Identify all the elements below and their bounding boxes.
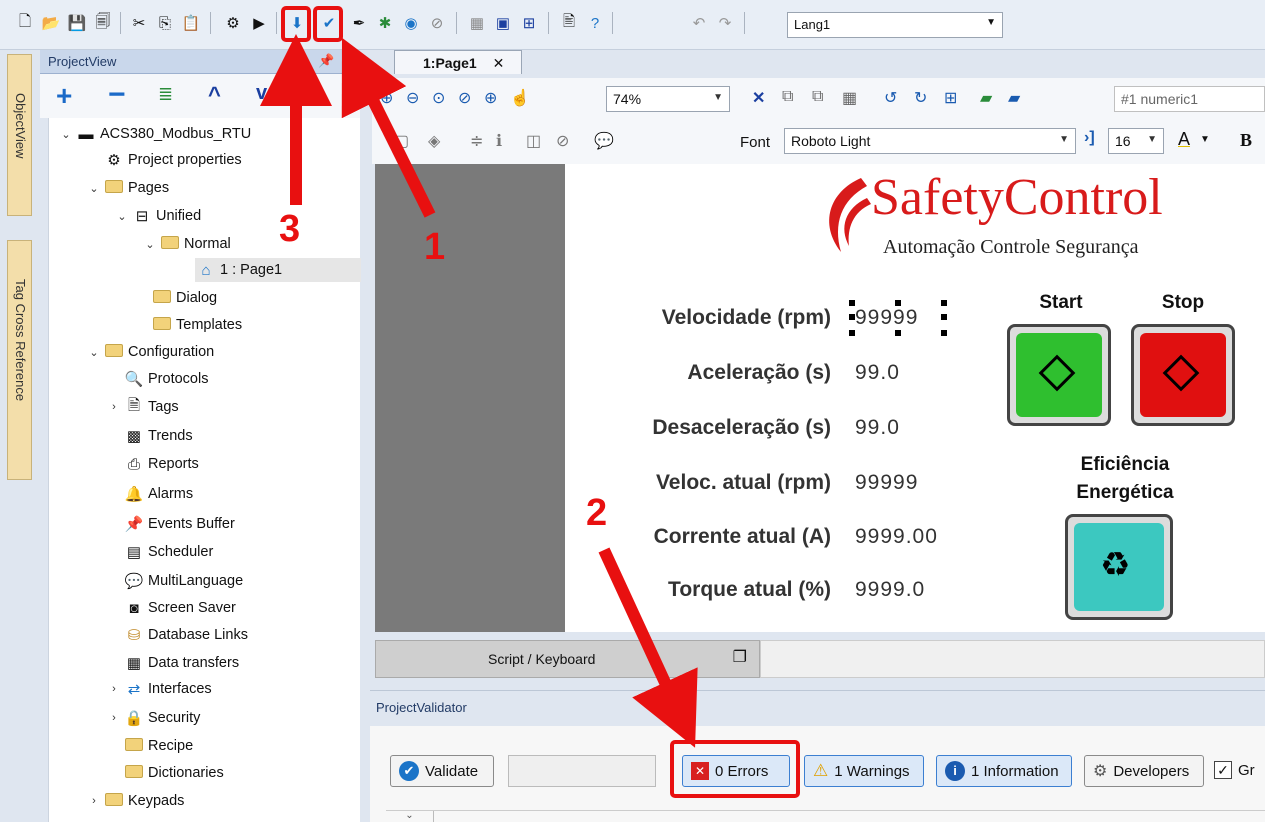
annotation-number-3: 3	[279, 208, 301, 250]
annotation-number-2: 2	[586, 492, 608, 534]
annotation-arrows	[260, 34, 698, 748]
annotation-number-1: 1	[424, 226, 446, 268]
